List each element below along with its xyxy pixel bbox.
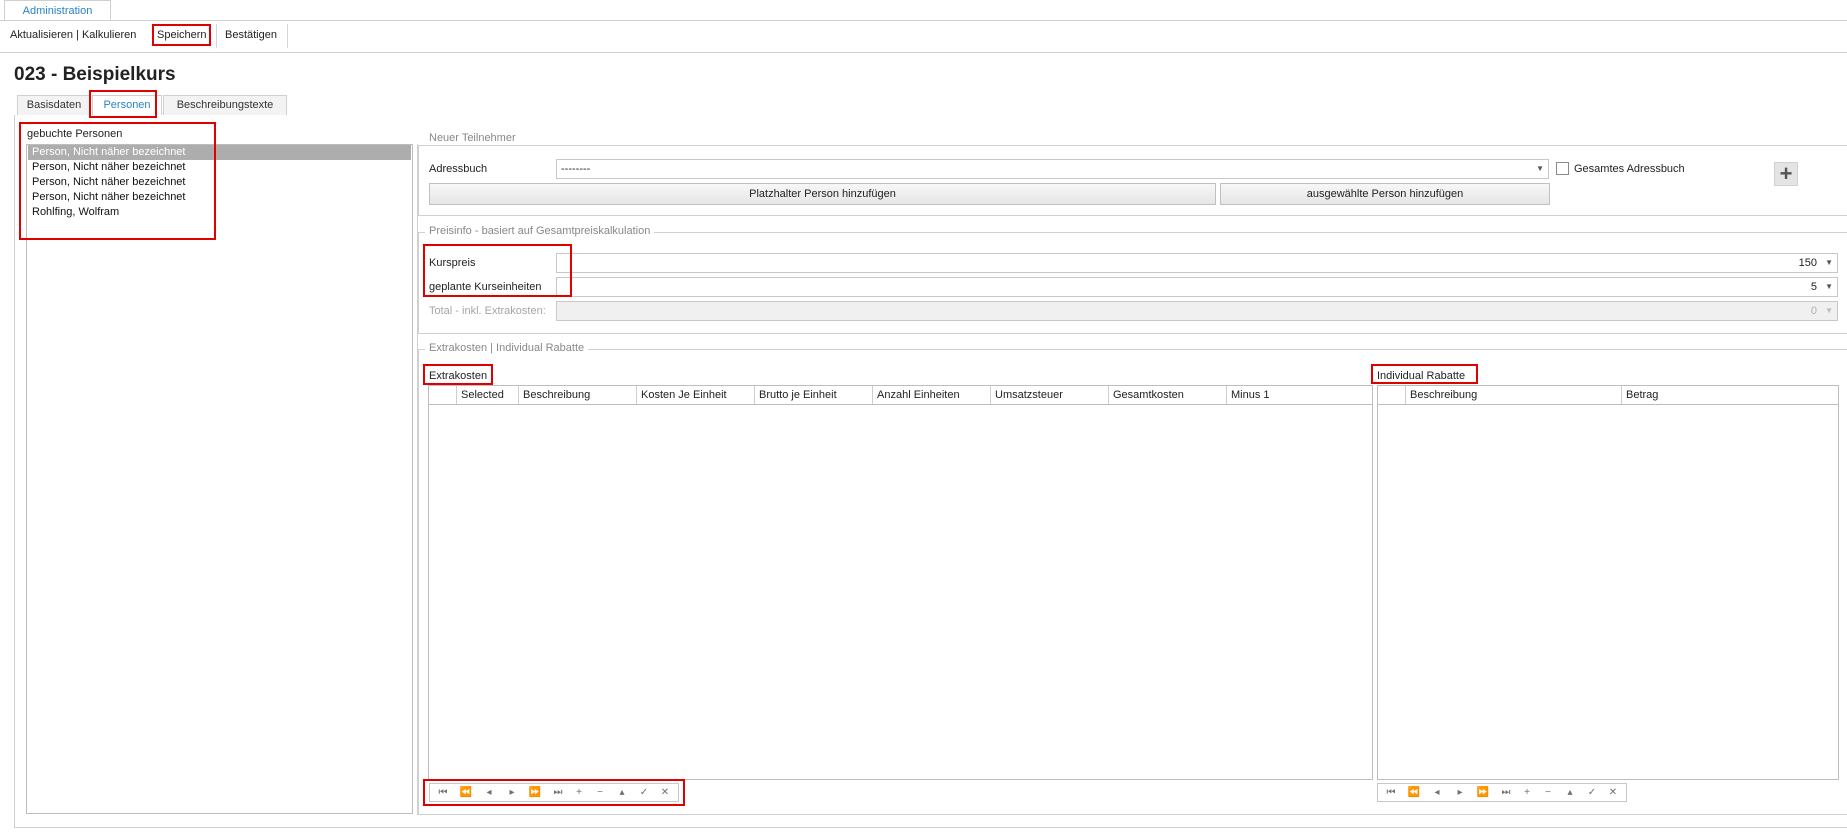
total-spinner: 0 ▼ <box>556 301 1838 321</box>
first-record-icon[interactable]: ⏮ <box>432 784 454 801</box>
tab-beschreibungstexte[interactable]: Beschreibungstexte <box>163 95 287 115</box>
total-label: Total - inkl. Extrakosten: <box>429 305 546 317</box>
last-record-icon[interactable]: ⏭ <box>1495 784 1517 801</box>
extrakosten-label: Extrakosten <box>429 370 488 382</box>
tab-basisdaten[interactable]: Basisdaten <box>17 95 91 115</box>
plus-icon[interactable]: + <box>1774 162 1798 186</box>
remove-icon[interactable]: − <box>1537 784 1559 801</box>
last-record-icon[interactable]: ⏭ <box>547 784 569 801</box>
add-selected-person-button[interactable]: ausgewählte Person hinzufügen <box>1220 183 1550 205</box>
extrakosten-grid[interactable]: Selected Beschreibung Kosten Je Einheit … <box>428 385 1373 780</box>
kurspreis-value: 150 <box>1798 257 1817 269</box>
next-page-icon[interactable]: ⏩ <box>524 784 546 801</box>
list-item[interactable]: Rohlfing, Wolfram <box>28 205 411 220</box>
list-item[interactable]: Person, Nicht näher bezeichnet <box>28 190 411 205</box>
list-item[interactable]: Person, Nicht näher bezeichnet <box>28 175 411 190</box>
previous-page-icon[interactable]: ⏪ <box>1403 784 1425 801</box>
previous-record-icon[interactable]: ◂ <box>478 784 500 801</box>
column-header[interactable]: Beschreibung <box>1405 386 1621 404</box>
ribbon-tab-administration[interactable]: Administration <box>4 0 111 21</box>
list-item[interactable]: Person, Nicht näher bezeichnet <box>28 160 411 175</box>
individual-rabatte-label: Individual Rabatte <box>1377 370 1466 382</box>
edit-icon[interactable]: ▴ <box>611 784 633 801</box>
column-header[interactable]: Betrag <box>1621 386 1838 404</box>
previous-record-icon[interactable]: ◂ <box>1426 784 1448 801</box>
total-value: 0 <box>1810 305 1817 317</box>
column-header[interactable]: Umsatzsteuer <box>990 386 1108 404</box>
add-placeholder-person-button[interactable]: Platzhalter Person hinzufügen <box>429 183 1216 205</box>
check-icon[interactable]: ✓ <box>1581 784 1603 801</box>
ribbon-bottom-border <box>0 52 1847 53</box>
cancel-icon[interactable]: ✕ <box>654 784 676 801</box>
column-header[interactable]: Brutto je Einheit <box>754 386 872 404</box>
adressbuch-select[interactable]: -------- ▼ <box>556 159 1549 179</box>
column-header[interactable]: Kosten Je Einheit <box>636 386 754 404</box>
price-info-title: Preisinfo - basiert auf Gesamtpreiskalku… <box>425 225 655 238</box>
save-button[interactable]: Speichern <box>157 27 207 43</box>
column-header[interactable]: Anzahl Einheiten <box>872 386 990 404</box>
previous-page-icon[interactable]: ⏪ <box>455 784 477 801</box>
next-record-icon[interactable]: ▸ <box>501 784 523 801</box>
rabatte-navigator: ⏮ ⏪ ◂ ▸ ⏩ ⏭ + − ▴ ✓ ✕ <box>1377 783 1627 802</box>
gesamtes-adressbuch-checkbox[interactable] <box>1556 162 1569 175</box>
booked-persons-list[interactable]: Person, Nicht näher bezeichnet Person, N… <box>26 144 413 814</box>
first-record-icon[interactable]: ⏮ <box>1380 784 1402 801</box>
ribbon-separator <box>287 24 288 48</box>
refresh-calculate-button[interactable]: Aktualisieren | Kalkulieren <box>10 27 136 43</box>
add-icon[interactable]: + <box>1516 784 1538 801</box>
new-participant-group <box>418 145 1847 216</box>
new-participant-title: Neuer Teilnehmer <box>425 132 520 145</box>
add-icon[interactable]: + <box>568 784 590 801</box>
confirm-button[interactable]: Bestätigen <box>225 27 277 43</box>
kurseinheiten-value: 5 <box>1810 281 1817 293</box>
cancel-icon[interactable]: ✕ <box>1602 784 1624 801</box>
rabatte-grid-header: Beschreibung Betrag <box>1378 386 1838 405</box>
column-header[interactable]: Gesamtkosten <box>1108 386 1226 404</box>
adressbuch-value: -------- <box>561 163 591 175</box>
kurspreis-spinner[interactable]: 150 ▼ <box>556 253 1838 273</box>
rabatte-grid[interactable]: Beschreibung Betrag <box>1377 385 1839 780</box>
column-header[interactable]: Beschreibung <box>518 386 636 404</box>
booked-persons-label: gebuchte Personen <box>27 128 123 140</box>
column-header[interactable]: Minus 1 <box>1226 386 1372 404</box>
next-record-icon[interactable]: ▸ <box>1449 784 1471 801</box>
adressbuch-label: Adressbuch <box>429 163 488 175</box>
chevron-down-icon: ▼ <box>1536 164 1544 173</box>
chevron-down-icon: ▼ <box>1825 282 1833 291</box>
tab-personen[interactable]: Personen <box>92 95 162 115</box>
check-icon[interactable]: ✓ <box>633 784 655 801</box>
next-page-icon[interactable]: ⏩ <box>1472 784 1494 801</box>
ribbon-separator <box>216 24 217 48</box>
list-item[interactable]: Person, Nicht näher bezeichnet <box>28 145 411 160</box>
kurseinheiten-spinner[interactable]: 5 ▼ <box>556 277 1838 297</box>
kurspreis-label: Kurspreis <box>429 257 476 269</box>
extrakosten-navigator: ⏮ ⏪ ◂ ▸ ⏩ ⏭ + − ▴ ✓ ✕ <box>429 783 679 802</box>
gesamtes-adressbuch-label: Gesamtes Adressbuch <box>1574 163 1685 175</box>
extras-title: Extrakosten | Individual Rabatte <box>425 342 589 355</box>
kurseinheiten-label: geplante Kurseinheiten <box>429 281 542 293</box>
chevron-down-icon: ▼ <box>1825 258 1833 267</box>
column-header[interactable]: Selected <box>456 386 518 404</box>
ribbon-divider <box>0 20 1847 21</box>
chevron-down-icon: ▼ <box>1825 306 1833 315</box>
edit-icon[interactable]: ▴ <box>1559 784 1581 801</box>
remove-icon[interactable]: − <box>589 784 611 801</box>
page-title: 023 - Beispielkurs <box>14 64 176 85</box>
extrakosten-grid-header: Selected Beschreibung Kosten Je Einheit … <box>429 386 1372 405</box>
